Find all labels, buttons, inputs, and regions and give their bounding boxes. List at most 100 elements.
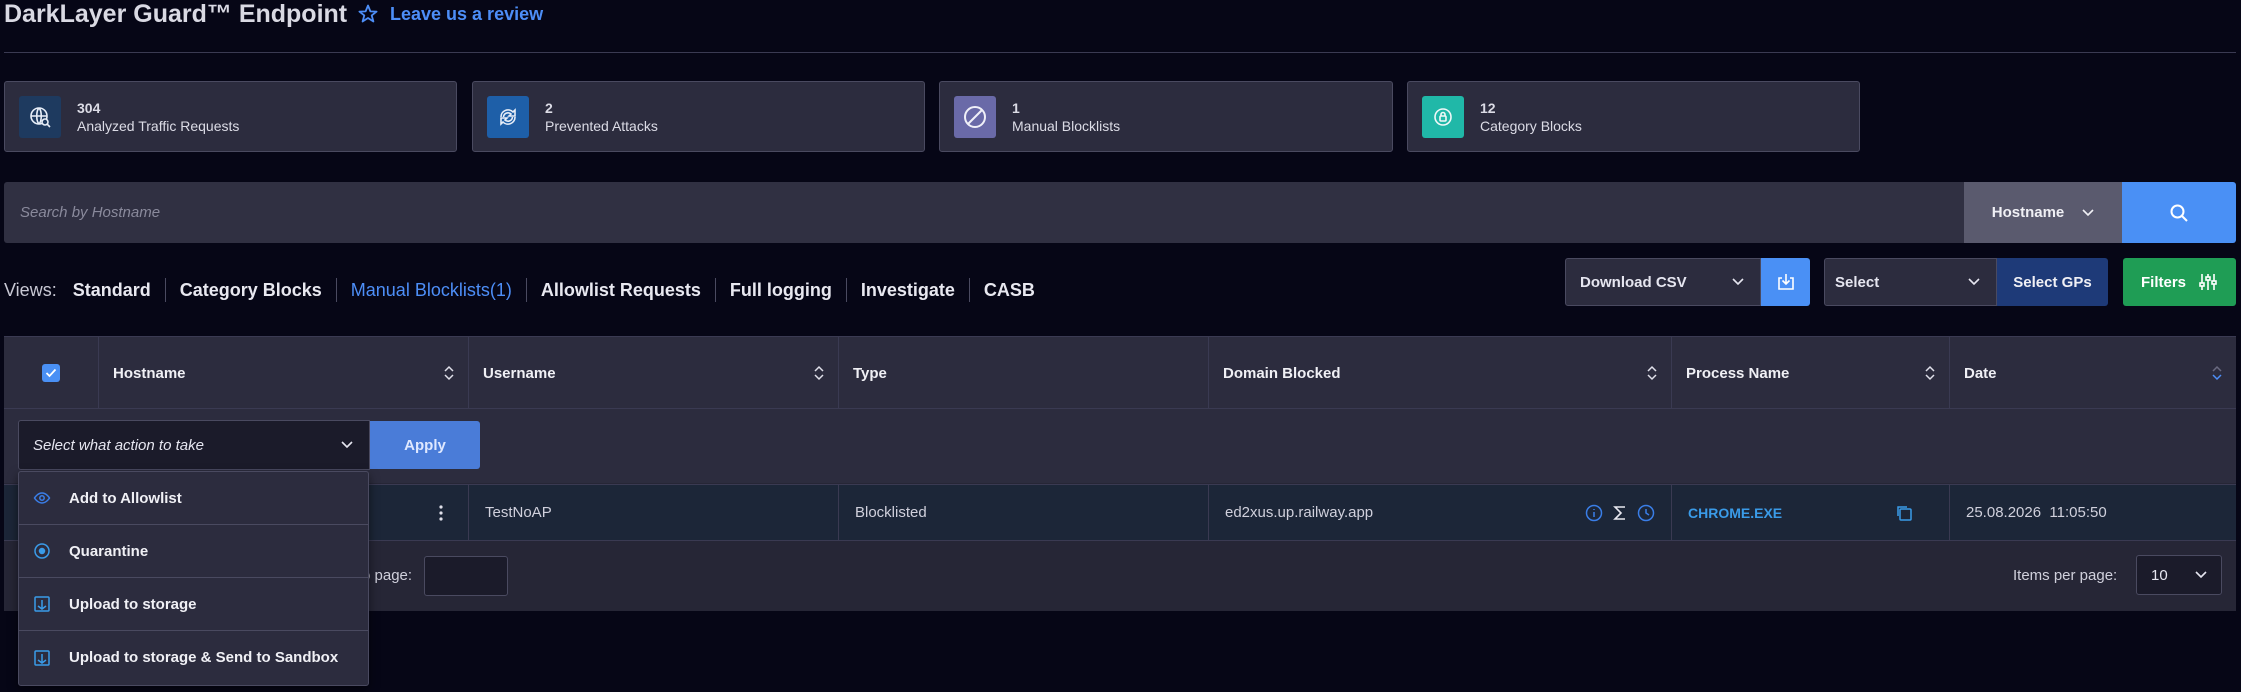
gp-select[interactable]: Select [1824, 258, 1997, 306]
sort-desc-icon [2212, 365, 2222, 381]
download-csv-button[interactable] [1761, 258, 1810, 306]
sort-icon [1647, 365, 1657, 381]
apply-button[interactable]: Apply [370, 421, 480, 469]
column-label: Domain Blocked [1223, 364, 1341, 382]
goto-page-input[interactable] [424, 556, 508, 596]
csv-format-select[interactable]: Download CSV [1565, 258, 1761, 306]
menu-item-label: Upload to storage & Send to Sandbox [69, 649, 339, 666]
sort-icon [444, 365, 454, 381]
star-icon [358, 4, 378, 23]
search-button[interactable] [2122, 182, 2236, 243]
chevron-down-icon [1968, 278, 1980, 286]
date-cell: 25.08.2026 11:05:50 [1949, 485, 2236, 540]
app-title: DarkLayer Guard™ Endpoint [4, 0, 348, 28]
views-label: Views: [4, 279, 57, 300]
block-icon [954, 95, 996, 138]
column-username[interactable]: Username [468, 337, 838, 409]
menu-item-upload-to-storage[interactable]: Upload to storage [19, 578, 368, 631]
chevron-down-icon [1732, 278, 1744, 286]
menu-item-label: Add to Allowlist [69, 489, 182, 507]
stat-value: 304 [77, 99, 101, 116]
tab-category-blocks[interactable]: Category Blocks [164, 278, 336, 302]
upload-icon [34, 649, 50, 666]
items-per-page-label: Items per page: [2013, 567, 2118, 584]
stat-value: 2 [545, 99, 553, 116]
shield-refresh-icon [487, 95, 529, 138]
column-label: Hostname [113, 364, 186, 382]
select-gps-button[interactable]: Select GPs [1997, 258, 2108, 306]
search-type-label: Hostname [1991, 204, 2065, 221]
stat-card-category: 12 Category Blocks [1407, 81, 1860, 152]
menu-item-label: Upload to storage [69, 595, 197, 613]
process-link[interactable]: CHROME.EXE [1688, 505, 1782, 521]
sort-icon [1925, 365, 1935, 381]
check-icon [45, 368, 57, 378]
search-icon [2170, 204, 2188, 222]
domain-actions [1585, 504, 1655, 522]
target-icon [34, 543, 50, 559]
chevron-down-icon [2082, 208, 2094, 216]
eye-icon [33, 492, 51, 504]
tab-casb[interactable]: CASB [968, 278, 1049, 302]
stat-card-traffic: 304 Analyzed Traffic Requests [4, 81, 457, 152]
chevron-down-icon [341, 441, 353, 449]
column-domain-blocked[interactable]: Domain Blocked [1208, 337, 1671, 409]
domain-value: ed2xus.up.railway.app [1225, 504, 1374, 521]
review-link-label: Leave us a review [390, 4, 544, 24]
column-label: Date [1964, 364, 1997, 382]
stat-label: Category Blocks [1480, 117, 1582, 134]
copy-icon[interactable] [1895, 504, 1913, 522]
stat-card-blocklists: 1 Manual Blocklists [939, 81, 1393, 152]
menu-item-upload-and-sandbox[interactable]: Upload to storage & Send to Sandbox [19, 631, 368, 684]
stat-label: Prevented Attacks [545, 117, 658, 134]
column-label: Username [483, 364, 556, 382]
domain-cell: ed2xus.up.railway.app [1208, 485, 1671, 540]
history-icon[interactable] [1637, 504, 1655, 522]
header-divider [4, 52, 2236, 53]
select-all-checkbox[interactable] [42, 364, 60, 382]
tab-full-logging[interactable]: Full logging [714, 278, 846, 302]
process-cell: CHROME.EXE [1671, 485, 1949, 540]
chevron-down-icon [2195, 571, 2207, 579]
filters-label: Filters [2140, 273, 2186, 291]
views-bar: Views: Standard Category Blocks Manual B… [4, 278, 1049, 302]
stat-label: Analyzed Traffic Requests [77, 117, 240, 134]
csv-select-label: Download CSV [1580, 273, 1687, 291]
gp-select-label: Select [1835, 273, 1880, 291]
column-label: Process Name [1686, 364, 1790, 382]
tab-manual-blocklists[interactable]: Manual Blocklists(1) [335, 278, 526, 302]
tab-standard[interactable]: Standard [73, 278, 165, 302]
sort-icon [814, 365, 824, 381]
stat-value: 12 [1480, 99, 1496, 116]
goto-page-label: o page: [362, 567, 413, 584]
tab-investigate[interactable]: Investigate [845, 278, 969, 302]
more-vertical-icon[interactable] [438, 504, 444, 522]
column-process-name[interactable]: Process Name [1671, 337, 1949, 409]
lock-badge-icon [1422, 95, 1464, 138]
sliders-icon [2199, 274, 2217, 290]
upload-icon [34, 596, 50, 612]
menu-item-quarantine[interactable]: Quarantine [19, 525, 368, 578]
stat-label: Manual Blocklists [1012, 117, 1121, 134]
search-input[interactable] [4, 182, 1964, 243]
column-hostname[interactable]: Hostname [98, 337, 468, 409]
globe-search-icon [19, 95, 61, 138]
column-type[interactable]: Type [838, 337, 1208, 409]
info-icon[interactable] [1585, 504, 1603, 522]
leave-review-link[interactable]: Leave us a review [358, 2, 543, 26]
menu-item-label: Quarantine [69, 542, 149, 560]
stat-card-attacks: 2 Prevented Attacks [472, 81, 925, 152]
search-type-select[interactable]: Hostname [1964, 182, 2122, 243]
bulk-action-menu: Add to Allowlist Quarantine Upload to st… [18, 471, 369, 686]
bulk-action-select[interactable]: Select what action to take [18, 420, 370, 470]
download-icon [1777, 274, 1794, 290]
filters-button[interactable]: Filters [2123, 258, 2236, 306]
sigma-icon[interactable] [1611, 504, 1629, 522]
table-header: Hostname Username Type Domain Blocked Pr… [4, 336, 2236, 409]
stat-value: 1 [1012, 99, 1020, 116]
menu-item-add-to-allowlist[interactable]: Add to Allowlist [19, 472, 368, 525]
select-all-cell [4, 337, 98, 409]
items-per-page-select[interactable]: 10 [2136, 555, 2222, 595]
column-date[interactable]: Date [1949, 337, 2236, 409]
tab-allowlist-requests[interactable]: Allowlist Requests [525, 278, 715, 302]
